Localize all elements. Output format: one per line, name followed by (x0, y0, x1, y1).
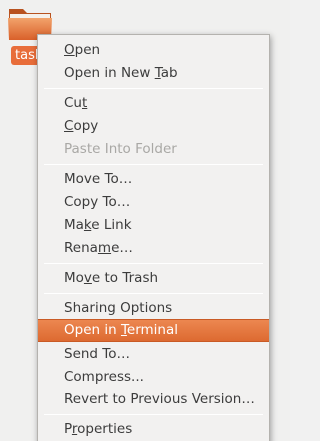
menu-separator (44, 263, 263, 264)
menu-item-cut[interactable]: Cut (38, 92, 269, 115)
menu-item-send-to[interactable]: Send To… (38, 343, 269, 366)
menu-item-open-new-tab[interactable]: Open in New Tab (38, 62, 269, 85)
menu-item-open-in-terminal-a: Open in (64, 322, 121, 338)
menu-item-properties-a: P (64, 421, 72, 437)
menu-item-make-link-b: e Link (91, 217, 132, 233)
menu-item-paste-into-folder: Paste Into Folder (64, 141, 177, 157)
menu-item-cut-a: Cu (64, 95, 82, 111)
menu-item-revert[interactable]: Revert to Previous Version… (38, 388, 269, 411)
menu-separator (44, 414, 263, 415)
menu-item-open-in-terminal-b: erminal (126, 322, 179, 338)
menu-item-sharing-options[interactable]: Sharing Options (38, 297, 269, 320)
menu-separator (44, 164, 263, 165)
menu-separator (44, 88, 263, 89)
menu-separator (44, 293, 263, 294)
menu-item-open-new-tab-a: Open in New (64, 65, 155, 81)
menu-item-move-to-trash-b: e to Trash (91, 270, 159, 286)
menu-item-cut-mnemonic: t (81, 95, 88, 111)
menu-item-move-to-trash[interactable]: Move to Trash (38, 267, 269, 290)
menu-item-copy[interactable]: Copy (38, 115, 269, 138)
menu-item-move-to[interactable]: Move To… (38, 168, 269, 191)
context-menu: Open Open in New Tab Cut Copy Paste Into… (37, 34, 270, 441)
menu-item-compress[interactable]: Compress... (38, 366, 269, 389)
menu-item-rename-mnemonic: m (97, 240, 112, 256)
menu-item-rename-b: e… (111, 240, 133, 256)
menu-item-copy-rest: opy (73, 118, 99, 134)
desktop: task Open Open in New Tab Cut Copy Paste… (0, 0, 290, 441)
menu-item-open-in-terminal[interactable]: Open in Terminal (38, 319, 269, 342)
menu-item-move-to-trash-mnemonic: v (83, 270, 92, 286)
menu-item-properties[interactable]: Properties (38, 418, 269, 441)
menu-item-open-mnemonic: O (64, 42, 75, 58)
menu-item-properties-b: operties (77, 421, 133, 437)
menu-item-make-link[interactable]: Make Link (38, 214, 269, 237)
menu-item-rename[interactable]: Rename… (38, 237, 269, 260)
menu-item-open-new-tab-b: ab (160, 65, 178, 81)
menu-item-open-rest: pen (74, 42, 101, 58)
menu-item-move-to-trash-a: Mo (64, 270, 84, 286)
menu-item-open[interactable]: Open (38, 39, 269, 62)
menu-item-rename-a: Rena (64, 240, 98, 256)
menu-item-copy-to[interactable]: Copy To… (38, 191, 269, 214)
menu-item-make-link-a: Ma (64, 217, 84, 233)
